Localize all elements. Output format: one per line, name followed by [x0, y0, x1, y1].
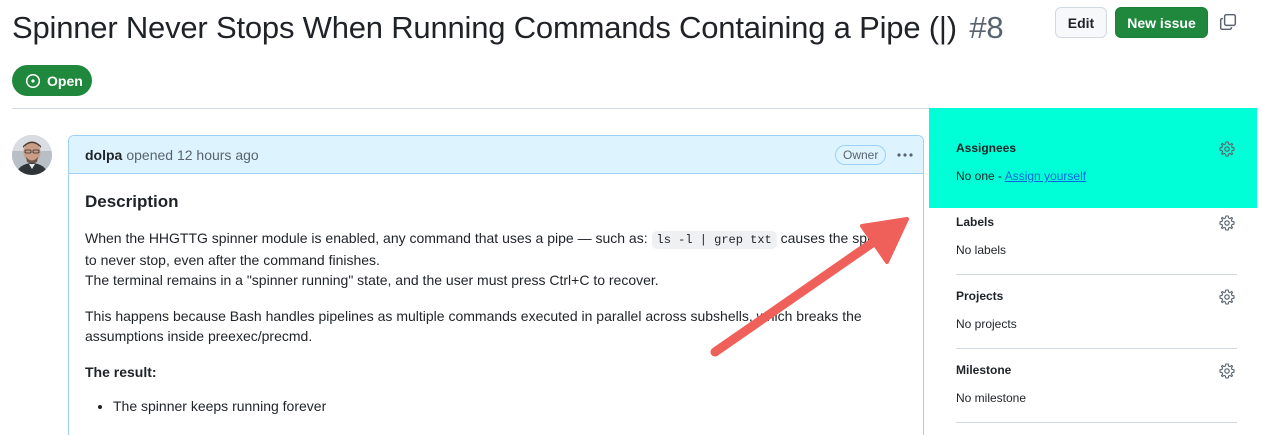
gear-icon[interactable]	[1219, 289, 1235, 305]
comment-header: dolpa opened 12 hours ago Owner	[69, 136, 923, 174]
paragraph-1-line-2: The terminal remains in a "spinner runni…	[85, 272, 659, 288]
avatar[interactable]	[12, 135, 52, 175]
labels-section: Labels No labels	[956, 215, 1237, 257]
result-heading: The result:	[85, 364, 157, 380]
projects-section: Projects No projects	[956, 289, 1237, 331]
paragraph-2: This happens because Bash handles pipeli…	[85, 308, 862, 344]
edit-button[interactable]: Edit	[1055, 7, 1107, 38]
paragraph-1: When the HHGTTG spinner module is enable…	[85, 228, 907, 290]
assign-yourself-link[interactable]: Assign yourself	[1005, 169, 1086, 183]
list-item: The spinner keeps running forever	[113, 396, 907, 416]
issue-title-text: Spinner Never Stops When Running Command…	[12, 10, 957, 45]
projects-title[interactable]: Projects	[956, 289, 1237, 303]
status-badge: Open	[12, 65, 92, 96]
issue-title: Spinner Never Stops When Running Command…	[12, 10, 1004, 46]
issue-page: Spinner Never Stops When Running Command…	[0, 0, 1261, 435]
issue-opened-icon	[25, 73, 41, 88]
sidebar-divider	[956, 348, 1237, 349]
sidebar-divider	[956, 274, 1237, 275]
paragraph-1-text-a: When the HHGTTG spinner module is enable…	[85, 230, 652, 246]
new-issue-button[interactable]: New issue	[1115, 7, 1208, 38]
gear-icon[interactable]	[1219, 363, 1235, 379]
milestone-title[interactable]: Milestone	[956, 363, 1237, 377]
milestone-section: Milestone No milestone	[956, 363, 1237, 405]
projects-value: No projects	[956, 317, 1017, 331]
comment-body: Description When the HHGTTG spinner modu…	[69, 174, 923, 416]
issue-comment: dolpa opened 12 hours ago Owner Descript…	[68, 135, 924, 435]
copy-icon[interactable]	[1219, 13, 1237, 31]
status-label: Open	[47, 72, 83, 89]
milestone-value: No milestone	[956, 391, 1027, 405]
comment-timestamp[interactable]: opened 12 hours ago	[126, 147, 258, 163]
assignees-section: Assignees No one - Assign yourself	[956, 141, 1237, 183]
gear-icon[interactable]	[1219, 215, 1235, 231]
owner-badge: Owner	[835, 145, 887, 165]
assignees-title[interactable]: Assignees	[956, 141, 1237, 155]
labels-value: No labels	[956, 243, 1007, 257]
kebab-menu-icon[interactable]	[895, 145, 915, 165]
gear-icon[interactable]	[1219, 141, 1235, 157]
description-heading: Description	[85, 192, 179, 211]
result-list: The spinner keeps running forever	[85, 396, 907, 416]
assignees-value: No one - Assign yourself	[956, 169, 1237, 183]
assignees-none-text: No one -	[956, 169, 1005, 183]
comment-author[interactable]: dolpa	[85, 147, 122, 163]
sidebar-divider	[956, 422, 1237, 423]
issue-number: #8	[969, 10, 1004, 45]
inline-code: ls -l | grep txt	[651, 231, 777, 249]
labels-title[interactable]: Labels	[956, 215, 1237, 229]
